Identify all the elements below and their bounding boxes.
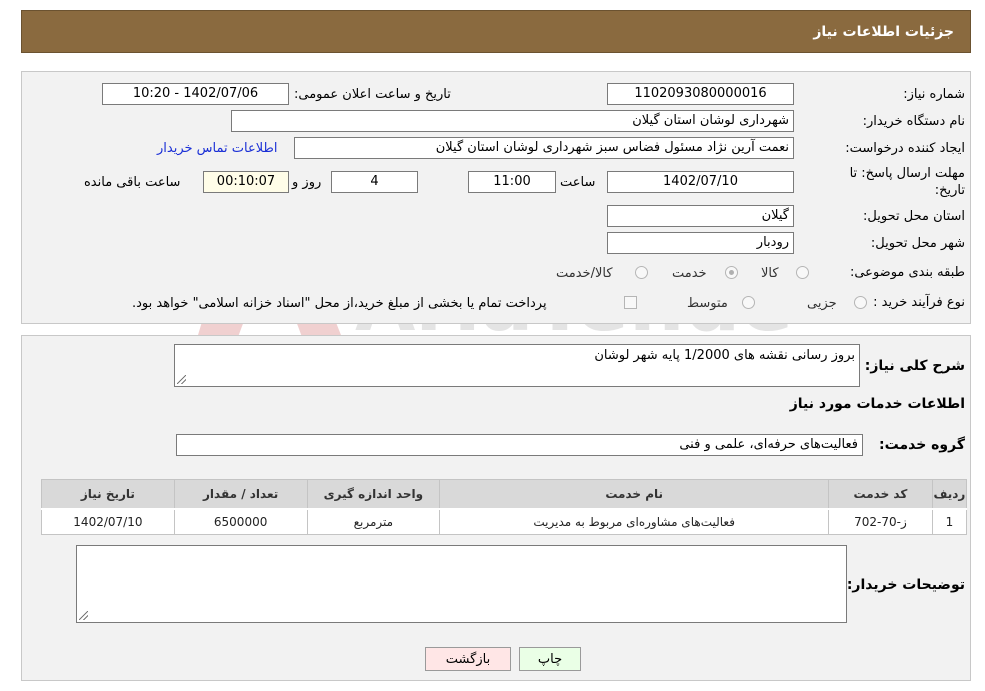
cell-unit: مترمربع <box>306 508 441 535</box>
category-service-label: خدمت <box>672 266 707 281</box>
need-number-label: شماره نیاز: <box>903 87 965 102</box>
resize-grip-icon[interactable] <box>79 611 88 620</box>
category-service-radio[interactable] <box>725 266 738 279</box>
category-goods-radio[interactable] <box>796 266 809 279</box>
remaining-time-label: ساعت باقی مانده <box>84 175 181 190</box>
resize-grip-icon[interactable] <box>177 375 186 384</box>
purchase-medium-label: متوسط <box>687 296 728 311</box>
print-button[interactable]: چاپ <box>519 647 581 671</box>
description-text: بروز رسانی نقشه های 1/2000 پایه شهر لوشا… <box>594 348 855 363</box>
requester-label: ایجاد کننده درخواست: <box>845 141 965 156</box>
province-field[interactable]: گیلان <box>607 205 794 227</box>
remaining-days-label: روز و <box>292 175 322 190</box>
col-header-need-date: تاریخ نیاز <box>41 479 175 510</box>
announce-datetime-label: تاریخ و ساعت اعلان عمومی: <box>294 87 451 102</box>
service-group-label: گروه خدمت: <box>879 437 965 453</box>
category-goods-label: کالا <box>761 266 779 281</box>
announce-datetime-field[interactable]: 1402/07/06 - 10:20 <box>102 83 289 105</box>
col-header-row-number: ردیف <box>931 479 968 510</box>
services-section-title: اطلاعات خدمات مورد نیاز <box>789 396 965 412</box>
deadline-date-field[interactable]: 1402/07/10 <box>607 171 794 193</box>
purchase-minor-radio[interactable] <box>854 296 867 309</box>
city-field[interactable]: رودبار <box>607 232 794 254</box>
deadline-label-line2: تاریخ: <box>934 183 965 198</box>
back-button[interactable]: بازگشت <box>425 647 511 671</box>
treasury-docs-checkbox[interactable] <box>624 296 637 309</box>
col-header-quantity: تعداد / مقدار <box>173 479 308 510</box>
table-row: 1 ز-70-702 فعالیت‌های مشاوره‌ای مربوط به… <box>41 508 968 535</box>
cell-quantity: 6500000 <box>173 508 308 535</box>
treasury-docs-label: پرداخت تمام یا بخشی از مبلغ خرید،از محل … <box>132 296 547 311</box>
remaining-days-field[interactable]: 4 <box>331 171 418 193</box>
deadline-time-label: ساعت <box>560 175 596 190</box>
category-label: طبقه بندی موضوعی: <box>849 265 965 280</box>
buyer-notes-label: توضیحات خریدار: <box>846 577 965 593</box>
purchase-type-label: نوع فرآیند خرید : <box>873 295 965 310</box>
need-info-panel: شماره نیاز: 1102093080000016 تاریخ و ساع… <box>21 71 971 324</box>
category-goods-service-radio[interactable] <box>635 266 648 279</box>
requester-field[interactable]: نعمت آرین نژاد مسئول فضاس سبز شهرداری لو… <box>294 137 794 159</box>
buyer-contact-link[interactable]: اطلاعات تماس خریدار <box>157 141 277 156</box>
description-label: شرح کلی نیاز: <box>864 358 965 374</box>
table-header-row: ردیف کد خدمت نام خدمت واحد اندازه گیری ت… <box>41 479 968 510</box>
purchase-medium-radio[interactable] <box>742 296 755 309</box>
col-header-service-code: کد خدمت <box>828 479 933 510</box>
cell-service-name: فعالیت‌های مشاوره‌ای مربوط به مدیریت <box>439 508 830 535</box>
city-label: شهر محل تحویل: <box>870 236 965 251</box>
deadline-label-line1: مهلت ارسال پاسخ: تا <box>849 166 965 181</box>
col-header-unit: واحد اندازه گیری <box>306 479 441 510</box>
category-goods-service-label: کالا/خدمت <box>556 266 613 281</box>
deadline-time-field[interactable]: 11:00 <box>468 171 556 193</box>
cell-need-date: 1402/07/10 <box>41 508 175 535</box>
service-group-field[interactable]: فعالیت‌های حرفه‌ای، علمی و فنی <box>176 434 863 456</box>
buyer-org-field[interactable]: شهرداری لوشان استان گیلان <box>231 110 794 132</box>
page-header: جزئیات اطلاعات نیاز <box>21 10 971 53</box>
need-number-field[interactable]: 1102093080000016 <box>607 83 794 105</box>
description-textarea[interactable]: بروز رسانی نقشه های 1/2000 پایه شهر لوشا… <box>174 344 860 387</box>
remaining-time-field: 00:10:07 <box>203 171 289 193</box>
purchase-minor-label: جزیی <box>807 296 837 311</box>
buyer-notes-textarea[interactable] <box>76 545 847 623</box>
need-details-panel: شرح کلی نیاز: بروز رسانی نقشه های 1/2000… <box>21 335 971 681</box>
cell-service-code: ز-70-702 <box>828 508 933 535</box>
services-table: ردیف کد خدمت نام خدمت واحد اندازه گیری ت… <box>41 479 968 535</box>
province-label: استان محل تحویل: <box>863 209 965 224</box>
col-header-service-name: نام خدمت <box>439 479 830 510</box>
page-title: جزئیات اطلاعات نیاز <box>813 23 954 40</box>
cell-row-number: 1 <box>931 508 968 535</box>
buyer-org-label: نام دستگاه خریدار: <box>862 114 965 129</box>
